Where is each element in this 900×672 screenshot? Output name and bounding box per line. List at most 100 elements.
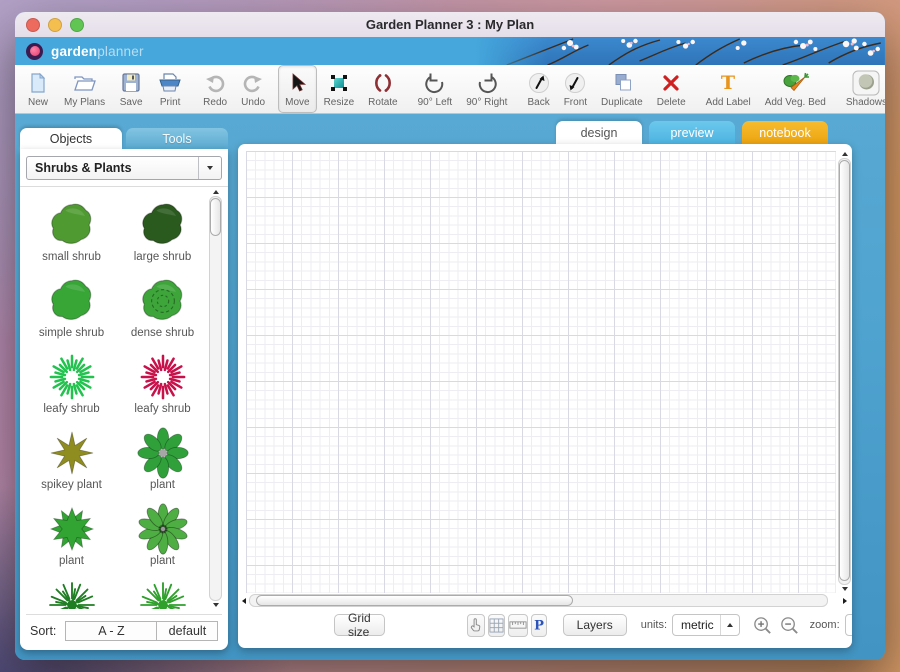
- add-label-button[interactable]: T Add Label: [699, 65, 758, 113]
- duplicate-button[interactable]: Duplicate: [594, 65, 650, 113]
- svg-text:P: P: [534, 619, 544, 634]
- window-title: Garden Planner 3 : My Plan: [365, 17, 535, 32]
- shadows-button[interactable]: Shadows: [839, 65, 885, 113]
- shrub-icon: [46, 275, 98, 327]
- plant-labels-button[interactable]: P: [530, 613, 547, 637]
- design-grid-canvas[interactable]: [246, 151, 836, 593]
- button-label: Layers: [576, 618, 613, 632]
- category-dropdown[interactable]: Shrubs & Plants: [26, 156, 222, 180]
- scrollbar-thumb[interactable]: [839, 160, 850, 581]
- svg-text:T: T: [721, 72, 735, 94]
- plant-item-partial-1[interactable]: [26, 572, 117, 609]
- sort-default-button[interactable]: default: [156, 621, 219, 641]
- print-button[interactable]: Print: [150, 65, 190, 113]
- canvas-area: design preview notebook Grid size P Laye…: [238, 121, 852, 648]
- scroll-right-arrow-icon[interactable]: [843, 597, 847, 604]
- zoom-dropdown[interactable]: 100%: [844, 614, 852, 636]
- desktop: Garden Planner 3 : My Plan gardenplanner: [0, 0, 900, 672]
- plant-list-scrollbar[interactable]: [209, 190, 222, 607]
- toggle-grid-button[interactable]: [487, 613, 505, 637]
- plant-item-small-shrub[interactable]: small shrub: [26, 192, 117, 268]
- tab-notebook[interactable]: notebook: [742, 121, 828, 144]
- measure-tool-button[interactable]: [507, 613, 528, 637]
- my-plans-button[interactable]: My Plans: [57, 65, 112, 113]
- plant-label: plant: [59, 555, 84, 567]
- plant-item-large-shrub[interactable]: large shrub: [117, 192, 208, 268]
- zoom-out-button[interactable]: [779, 615, 800, 636]
- button-label: A - Z: [98, 624, 125, 638]
- scrollbar-thumb[interactable]: [210, 198, 221, 236]
- plant-item-plant-3[interactable]: plant: [117, 496, 208, 572]
- new-button[interactable]: New: [19, 65, 57, 113]
- traffic-lights: [26, 12, 84, 37]
- zoom-in-button[interactable]: [752, 615, 773, 636]
- panel-body: Shrubs & Plants small shrub large shrub …: [20, 149, 228, 650]
- plant-item-leafy-shrub-green[interactable]: leafy shrub: [26, 344, 117, 420]
- tab-tools[interactable]: Tools: [126, 128, 228, 149]
- zoom-button[interactable]: [70, 17, 84, 32]
- scroll-up-arrow-icon[interactable]: [212, 190, 219, 194]
- tab-design[interactable]: design: [556, 121, 642, 144]
- resize-button[interactable]: Resize: [317, 65, 362, 113]
- canvas-horizontal-scrollbar[interactable]: [238, 593, 852, 608]
- canvas-vertical-scrollbar[interactable]: [837, 144, 852, 593]
- scroll-down-arrow-icon[interactable]: [212, 603, 219, 607]
- rotate-90-left-button[interactable]: 90° Left: [411, 65, 460, 113]
- move-button[interactable]: Move: [278, 65, 317, 113]
- toolbar-label: My Plans: [64, 96, 106, 108]
- plant-item-spikey-plant[interactable]: spikey plant: [26, 420, 117, 496]
- scroll-up-arrow-icon[interactable]: [841, 152, 848, 156]
- dropdown-arrow[interactable]: [198, 157, 221, 179]
- delete-button[interactable]: Delete: [650, 65, 693, 113]
- save-button[interactable]: Save: [112, 65, 150, 113]
- tab-label: preview: [670, 125, 714, 140]
- tab-label: Objects: [49, 131, 93, 146]
- back-button[interactable]: Back: [520, 65, 556, 113]
- close-button[interactable]: [26, 17, 40, 32]
- scrollbar-track[interactable]: [838, 158, 851, 585]
- add-veg-bed-button[interactable]: Add Veg. Bed: [758, 65, 833, 113]
- category-value: Shrubs & Plants: [35, 161, 132, 175]
- shrub-icon: [137, 199, 189, 251]
- scrollbar-track[interactable]: [209, 196, 222, 601]
- plant-label: plant: [150, 479, 175, 491]
- units-dropdown[interactable]: metric: [672, 614, 740, 636]
- plant-label: dense shrub: [130, 327, 195, 339]
- scroll-left-arrow-icon[interactable]: [242, 597, 246, 604]
- pan-tool-button[interactable]: [466, 613, 485, 637]
- layers-button[interactable]: Layers: [562, 614, 627, 636]
- tab-objects[interactable]: Objects: [20, 128, 122, 149]
- plant-item-leafy-shrub-red[interactable]: leafy shrub: [117, 344, 208, 420]
- toolbar-label: Rotate: [368, 96, 398, 108]
- rotate-90-right-button[interactable]: 90° Right: [459, 65, 514, 113]
- toolbar-label: Print: [159, 96, 181, 108]
- main-area: Objects Tools Shrubs & Plants small shru…: [15, 114, 885, 660]
- resize-handles-icon: [327, 71, 351, 96]
- button-label: default: [168, 624, 207, 638]
- units-value: metric: [681, 618, 714, 632]
- scroll-down-arrow-icon[interactable]: [841, 587, 848, 591]
- minimize-button[interactable]: [48, 17, 62, 32]
- brand-name-bold: garden: [51, 43, 98, 59]
- front-button[interactable]: Front: [557, 65, 594, 113]
- plant-item-dense-shrub[interactable]: dense shrub: [117, 268, 208, 344]
- rotate-button[interactable]: Rotate: [361, 65, 404, 113]
- plant-item-partial-2[interactable]: [117, 572, 208, 609]
- undo-button[interactable]: Undo: [234, 65, 272, 113]
- tab-preview[interactable]: preview: [649, 121, 735, 144]
- sort-buttons: A - Z default: [65, 621, 219, 641]
- rotate-right-arrow-icon: [474, 71, 500, 96]
- plant-item-plant-2[interactable]: plant: [26, 496, 117, 572]
- plant-icon: [46, 503, 98, 555]
- redo-button[interactable]: Redo: [196, 65, 234, 113]
- shrub-icon: [137, 351, 189, 403]
- scrollbar-thumb[interactable]: [255, 595, 574, 606]
- header-blossom-photo: [476, 37, 885, 65]
- sort-az-button[interactable]: A - Z: [65, 621, 158, 641]
- grid-size-button[interactable]: Grid size: [334, 611, 385, 639]
- dropdown-arrow[interactable]: [719, 615, 739, 635]
- scrollbar-track[interactable]: [249, 594, 828, 607]
- plant-item-simple-shrub[interactable]: simple shrub: [26, 268, 117, 344]
- plant-item-plant-1[interactable]: plant: [117, 420, 208, 496]
- plant-label: spikey plant: [41, 479, 102, 491]
